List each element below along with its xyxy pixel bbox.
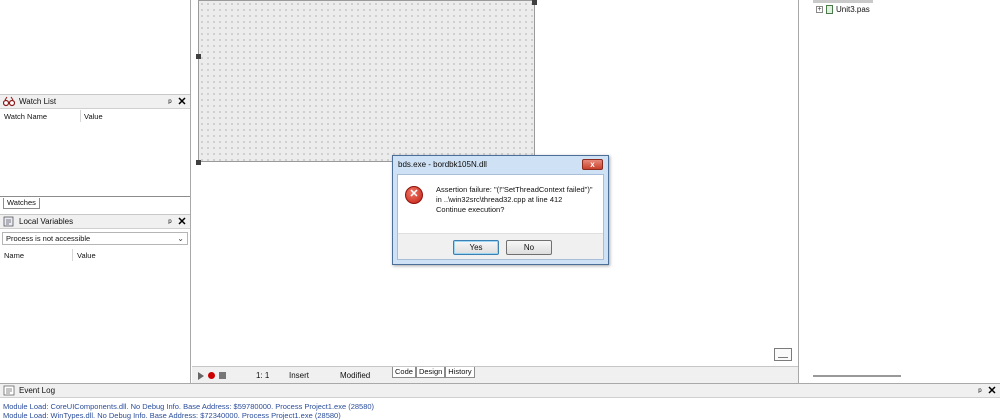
yes-button[interactable]: Yes	[453, 240, 499, 255]
project-manager-panel: + Unit3.pas	[798, 0, 1000, 383]
column-watch-name[interactable]: Watch Name	[4, 112, 47, 121]
horizontal-scrollbar[interactable]	[813, 375, 901, 377]
expand-icon[interactable]: +	[816, 6, 823, 13]
stop-icon[interactable]	[219, 372, 226, 379]
message-line: in ..\win32src\thread32.cpp at line 412	[436, 195, 563, 204]
dialog-close-button[interactable]: x	[582, 159, 603, 170]
resize-handle[interactable]	[196, 160, 201, 165]
dialog-body: ✕ Assertion failure: "(!"SetThreadContex…	[397, 174, 604, 260]
no-button[interactable]: No	[506, 240, 552, 255]
assertion-dialog: bds.exe - bordbk105N.dll x ✕ Assertion f…	[392, 155, 609, 265]
message-line: Assertion failure: "(!"SetThreadContext …	[436, 185, 593, 194]
tree-item-clipped	[813, 0, 873, 3]
event-log-panel: Event Log ᵖ ✕ Module Load: CoreUICompone…	[0, 383, 1000, 420]
modified-state: Modified	[340, 371, 371, 380]
local-variables-header: Local Variables ᵖ ✕	[0, 214, 190, 229]
tab-strip-line	[0, 196, 190, 197]
tab-watches[interactable]: Watches	[3, 198, 40, 209]
left-panels: Watch List ᵖ ✕ Watch Name Value Watches …	[0, 0, 191, 383]
event-log-title: Event Log	[19, 386, 56, 395]
pin-icon[interactable]: ᵖ	[165, 97, 175, 107]
column-divider[interactable]	[80, 110, 81, 122]
watch-list-column-header: Watch Name Value	[0, 110, 190, 123]
column-value[interactable]: Value	[77, 251, 96, 260]
close-icon[interactable]: ✕	[987, 385, 997, 396]
resize-handle[interactable]	[532, 0, 537, 5]
watch-list-title: Watch List	[19, 97, 57, 106]
process-select-value: Process is not accessible	[6, 234, 91, 243]
close-icon[interactable]: ✕	[177, 96, 187, 107]
tree-item-unit3[interactable]: + Unit3.pas	[816, 5, 870, 14]
form-design-surface[interactable]	[198, 0, 535, 162]
local-variables-title: Local Variables	[19, 217, 74, 226]
cursor-position: 1: 1	[256, 371, 270, 380]
insert-mode: Insert	[289, 371, 310, 380]
dialog-button-bar: Yes No	[398, 233, 603, 259]
event-log-icon	[3, 385, 15, 396]
editor-status-bar: 1: 1 Insert Modified Code Design History	[192, 366, 798, 383]
tree-item-label: Unit3.pas	[836, 5, 870, 14]
form-preview-icon[interactable]	[774, 348, 792, 361]
tab-history[interactable]: History	[445, 367, 475, 378]
watch-list-header: Watch List ᵖ ✕	[0, 94, 190, 109]
log-line: Module Load: CoreUIComponents.dll. No De…	[3, 402, 375, 411]
event-log-header: Event Log ᵖ ✕	[0, 383, 1000, 398]
tab-code[interactable]: Code	[392, 367, 416, 378]
column-name[interactable]: Name	[4, 251, 24, 260]
process-select[interactable]: Process is not accessible ⌄	[2, 232, 188, 245]
log-line: Module Load: WinTypes.dll. No Debug Info…	[3, 411, 341, 420]
tab-design[interactable]: Design	[415, 367, 446, 378]
chevron-down-icon[interactable]: ⌄	[177, 233, 184, 245]
local-variables-column-header: Name Value	[0, 249, 190, 262]
view-tabs: Code Design History	[392, 367, 475, 378]
record-icon[interactable]	[208, 372, 215, 379]
pin-icon[interactable]: ᵖ	[165, 217, 175, 227]
column-divider[interactable]	[72, 249, 73, 261]
pas-file-icon	[826, 5, 833, 14]
dialog-title: bds.exe - bordbk105N.dll	[398, 160, 487, 169]
pin-icon[interactable]: ᵖ	[975, 386, 985, 396]
watch-glasses-icon	[3, 96, 15, 107]
run-icon[interactable]	[198, 372, 204, 380]
close-icon[interactable]: ✕	[177, 216, 187, 227]
resize-handle[interactable]	[196, 54, 201, 59]
error-icon: ✕	[405, 186, 423, 204]
variables-icon	[3, 216, 14, 227]
dialog-message: Assertion failure: "(!"SetThreadContext …	[436, 185, 593, 215]
message-line: Continue execution?	[436, 205, 505, 214]
column-value[interactable]: Value	[84, 112, 103, 121]
